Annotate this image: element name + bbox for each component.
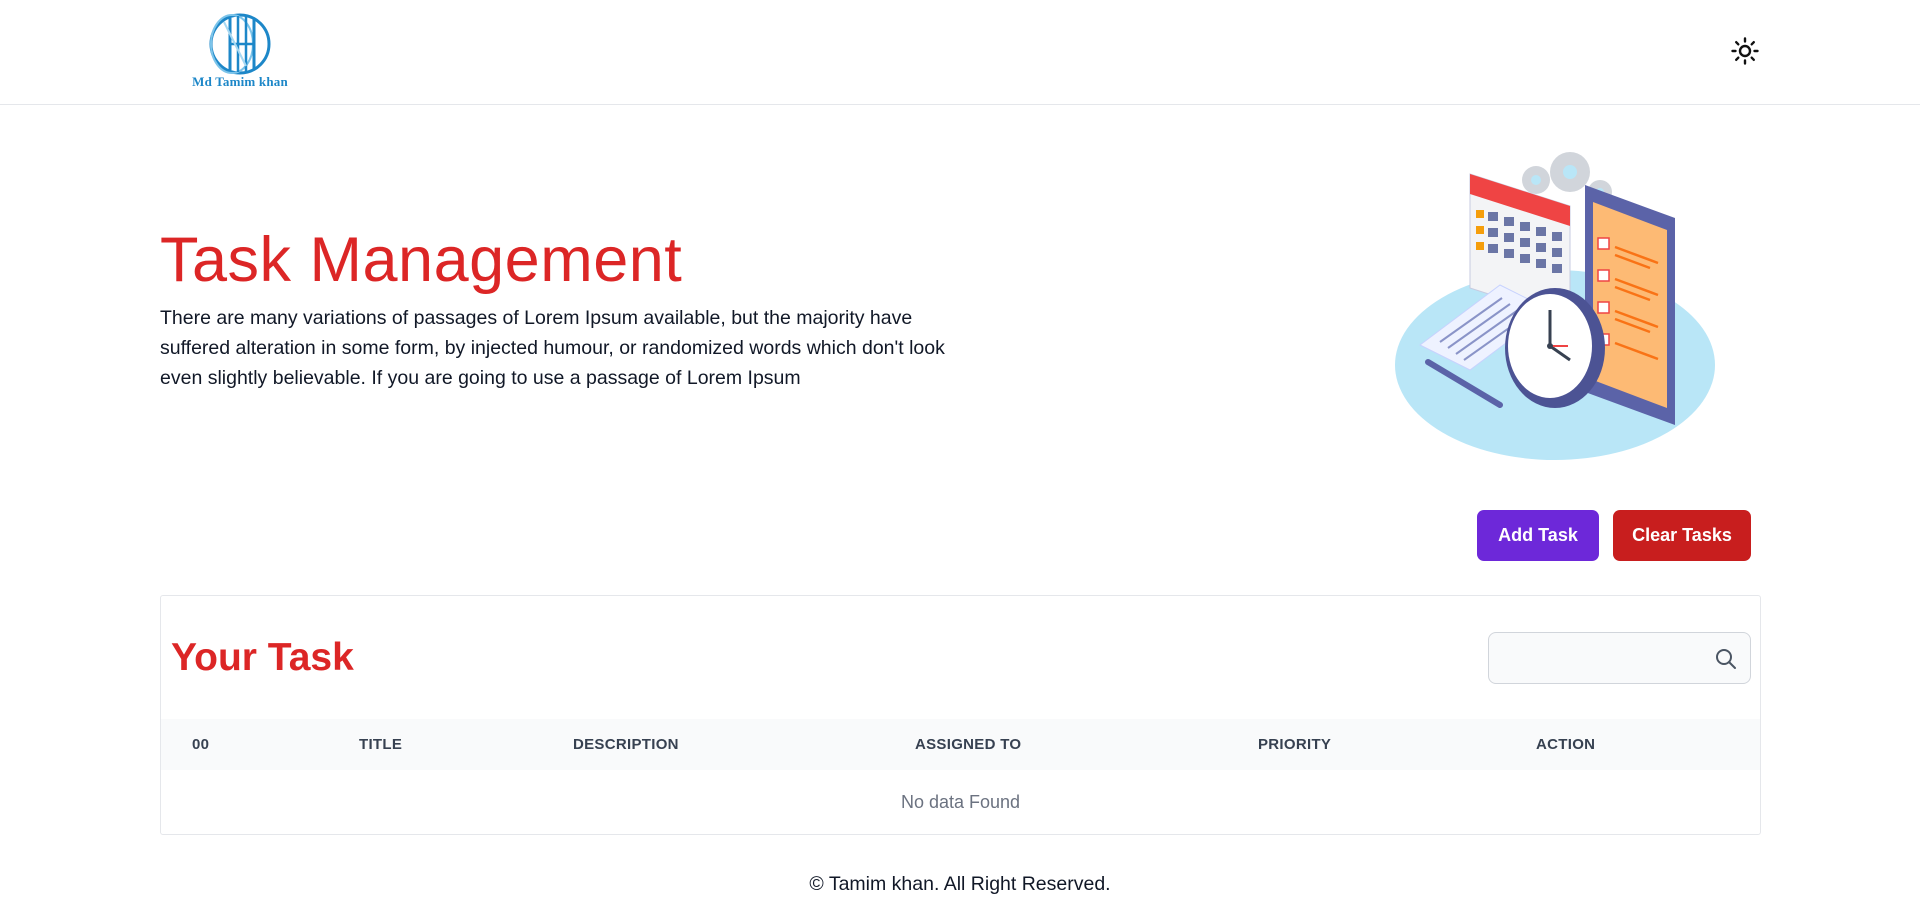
- column-priority: PRIORITY: [1258, 736, 1332, 753]
- logo-mark-icon: [209, 13, 271, 75]
- page-title: Task Management: [160, 225, 683, 295]
- table-header: 00 TITLE DESCRIPTION ASSIGNED TO PRIORIT…: [161, 719, 1760, 770]
- search-icon[interactable]: [1714, 647, 1738, 671]
- column-title: TITLE: [359, 736, 403, 753]
- logo[interactable]: Md Tamim khan: [172, 12, 308, 90]
- column-action: ACTION: [1536, 736, 1596, 753]
- footer-copyright: © Tamim khan. All Right Reserved.: [809, 873, 1111, 895]
- search-input[interactable]: [1501, 633, 1701, 683]
- empty-message: No data Found: [900, 792, 1021, 812]
- clear-tasks-button[interactable]: Clear Tasks: [1613, 510, 1751, 561]
- task-section-title: Your Task: [171, 636, 354, 679]
- empty-table-row: No data Found: [161, 770, 1760, 834]
- add-task-button[interactable]: Add Task: [1477, 510, 1599, 561]
- logo-text: Md Tamim khan: [192, 74, 288, 89]
- theme-toggle-button[interactable]: [1730, 36, 1760, 66]
- task-table-card: Your Task 00 TITLE DESCRIPTION ASSIGNED …: [160, 595, 1761, 835]
- column-index: 00: [192, 736, 210, 753]
- column-description: DESCRIPTION: [573, 736, 679, 753]
- column-assigned-to: ASSIGNED TO: [915, 736, 1022, 753]
- hero-description: There are many variations of passages of…: [160, 307, 945, 389]
- task-management-illustration: [1390, 150, 1720, 465]
- navbar: Md Tamim khan: [0, 0, 1920, 105]
- sun-icon: [1731, 37, 1759, 65]
- search-box[interactable]: [1488, 632, 1751, 684]
